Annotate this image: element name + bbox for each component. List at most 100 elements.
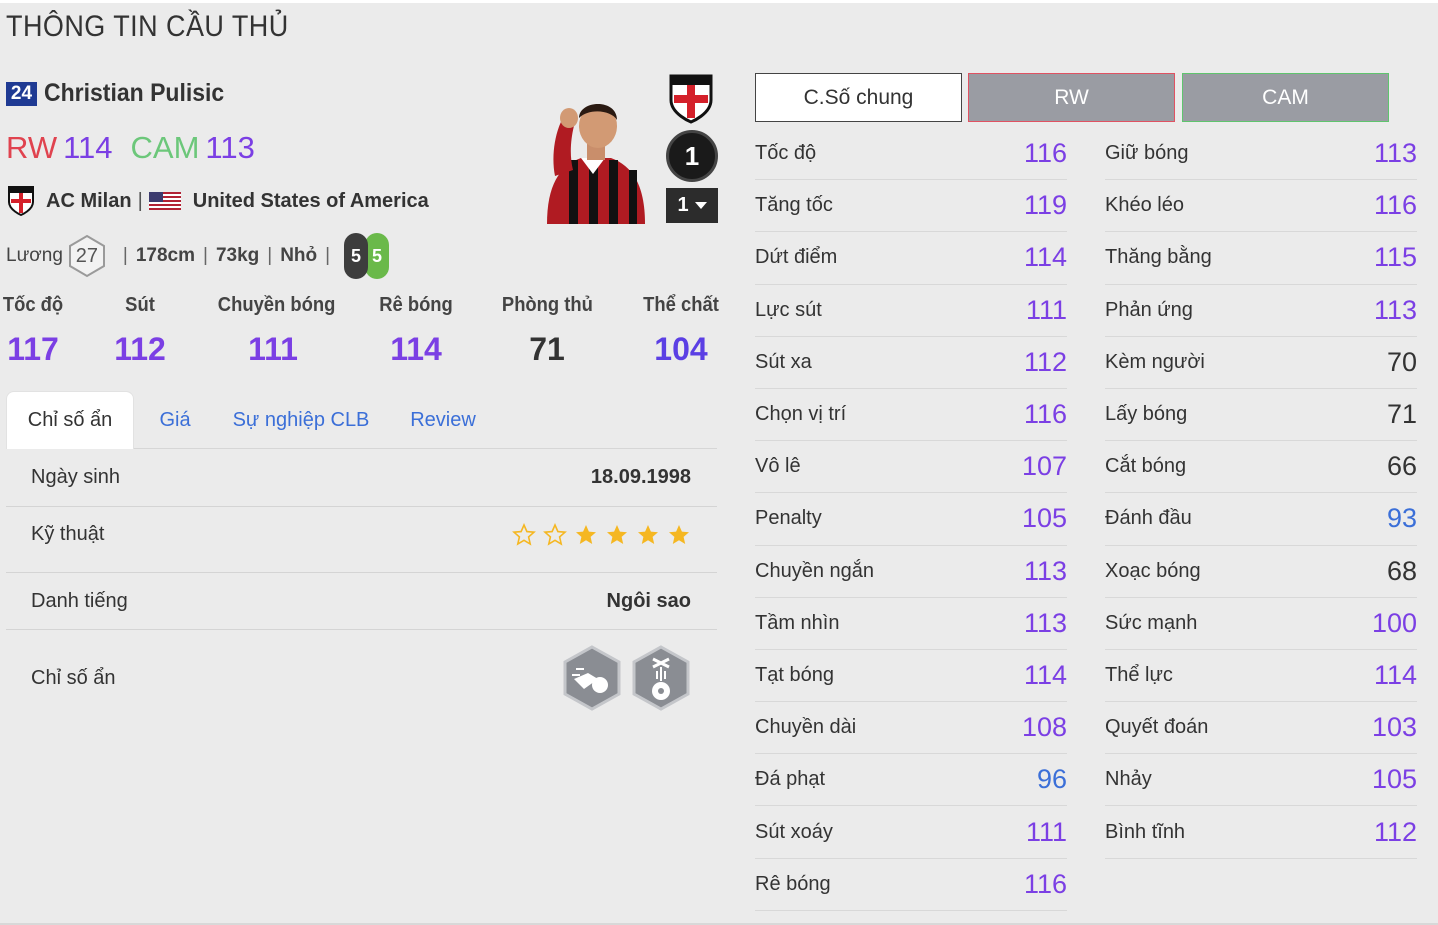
right-foot-rating: 5: [365, 233, 390, 279]
attribute-value: 112: [1023, 346, 1067, 377]
body-type-value: Nhỏ: [280, 245, 318, 266]
tab-review[interactable]: Review: [398, 391, 488, 449]
position-rw-value: 114: [63, 130, 113, 165]
attribute-row: Nhảy 105: [1105, 754, 1417, 807]
puppeteer-icon[interactable]: [631, 645, 691, 711]
attribute-name: Rê bóng: [755, 872, 831, 895]
attribute-row: Sút xoáy 111: [755, 806, 1067, 859]
attribute-name: Bình tĩnh: [1105, 820, 1186, 843]
attribute-row: Thăng bằng 115: [1105, 232, 1417, 285]
skill-stars: [505, 522, 691, 547]
attribute-row: Thể lực 114: [1105, 650, 1417, 703]
attribute-row: Đánh đầu 93: [1105, 493, 1417, 546]
main-stat-value: 114: [390, 331, 442, 367]
main-stat-label: Chuyền bóng: [217, 294, 336, 316]
attribute-value: 113: [1023, 555, 1067, 586]
attribute-name: Thể lực: [1105, 663, 1173, 686]
attribute-row: Sức mạnh 100: [1105, 598, 1417, 650]
upgrade-rank-badge: 1: [666, 130, 718, 182]
attribute-name: Đá phạt: [755, 768, 826, 791]
attribute-name: Sút xoáy: [755, 820, 833, 843]
player-meta-row: Lương 27 | 178cm | 73kg | Nhỏ | 5 5: [6, 233, 390, 279]
attribute-value: 116: [1373, 190, 1417, 221]
attribute-value: 112: [1373, 816, 1417, 847]
reputation-label: Danh tiếng: [31, 589, 128, 612]
general-stats-button[interactable]: C.Số chung: [755, 73, 962, 122]
club-crest-icon: [8, 186, 34, 216]
nation-name[interactable]: United States of America: [193, 190, 429, 213]
star-empty-icon: [543, 522, 567, 546]
attribute-row: Rê bóng 116: [755, 859, 1067, 911]
separator: |: [137, 189, 143, 212]
chevron-down-icon: [694, 202, 707, 209]
main-stat-label: Sút: [125, 294, 155, 316]
level-dropdown[interactable]: 1: [666, 188, 718, 223]
star-filled-icon: [576, 524, 596, 544]
main-stat-label: Tốc độ: [2, 294, 64, 316]
attribute-value: 113: [1373, 294, 1417, 325]
birthdate-value: 18.09.1998: [590, 466, 691, 488]
attribute-value: 68: [1386, 555, 1417, 586]
attribute-row: Khéo léo 116: [1105, 180, 1417, 233]
attribute-name: Chọn vị trí: [755, 403, 847, 426]
tab-price[interactable]: Giá: [146, 391, 204, 449]
left-foot-rating: 5: [344, 233, 369, 279]
attribute-name: Sức mạnh: [1105, 611, 1198, 634]
attribute-name: Chuyền dài: [755, 716, 857, 739]
attribute-value: 114: [1373, 659, 1417, 690]
attribute-name: Nhảy: [1105, 768, 1152, 791]
cam-stats-button[interactable]: CAM: [1182, 73, 1389, 122]
reputation-value: Ngôi sao: [606, 589, 691, 612]
star-filled-icon: [669, 524, 689, 544]
attribute-row: Tạt bóng 114: [755, 650, 1067, 703]
attribute-row: Vô lê 107: [755, 441, 1067, 494]
attribute-value: 111: [1025, 294, 1067, 325]
attribute-name: Cắt bóng: [1105, 455, 1187, 478]
main-stat-defending: Phòng thủ 71: [498, 294, 596, 368]
attributes-left-column: Tốc độ 116 Tăng tốc 119 Dứt điểm 114 Lực sút 11…: [755, 128, 1067, 911]
season-badge-text: 24: [8, 83, 35, 104]
player-photo: [547, 104, 645, 224]
attribute-name: Quyết đoán: [1105, 716, 1209, 739]
attribute-value: 100: [1371, 607, 1417, 638]
tab-hidden-stats[interactable]: Chỉ số ẩn: [6, 391, 134, 449]
attribute-value: 113: [1373, 138, 1417, 169]
club-nation-row: AC Milan | United States of America: [8, 186, 429, 216]
traits-row: Chỉ số ẩn: [6, 630, 717, 726]
star-empty-icon: [512, 522, 536, 546]
main-stat-label: Phòng thủ: [501, 294, 593, 316]
position-cam-value: 113: [205, 130, 255, 165]
reputation-row: Danh tiếng Ngôi sao: [6, 573, 717, 630]
speed-dribbler-icon[interactable]: [562, 645, 622, 711]
attribute-row: Lực sút 111: [755, 285, 1067, 337]
separator: |: [122, 245, 128, 266]
attribute-value: 107: [1021, 451, 1067, 482]
rw-stats-button[interactable]: RW: [968, 73, 1175, 122]
attribute-name: Chuyền ngắn: [755, 559, 874, 582]
detail-tabs: Chỉ số ẩn Giá Sự nghiệp CLB Review: [6, 391, 717, 449]
attribute-row: Tăng tốc 119: [755, 180, 1067, 233]
salary-value: 27: [75, 244, 99, 267]
attribute-row: Chuyền ngắn 113: [755, 546, 1067, 598]
skill-moves-label: Kỹ thuật: [31, 523, 105, 545]
attribute-name: Tăng tốc: [755, 194, 833, 217]
attribute-value: 93: [1386, 503, 1417, 534]
birthdate-label: Ngày sinh: [31, 466, 120, 488]
main-stat-shooting: Sút 112: [100, 294, 180, 368]
main-stat-value: 111: [248, 331, 298, 367]
traits-label: Chỉ số ẩn: [31, 666, 116, 689]
attribute-row: Bình tĩnh 112: [1105, 806, 1417, 859]
attribute-value: 115: [1373, 242, 1417, 273]
attribute-value: 108: [1021, 712, 1067, 743]
tab-club-career[interactable]: Sự nghiệp CLB: [228, 391, 374, 449]
attribute-name: Dứt điểm: [755, 246, 838, 269]
attribute-value: 103: [1371, 712, 1417, 743]
main-stat-value: 117: [7, 331, 59, 367]
attribute-row: Lấy bóng 71: [1105, 389, 1417, 442]
attribute-value: 71: [1386, 399, 1417, 430]
main-stat-value: 112: [114, 331, 166, 367]
milano-fc-crest-icon: [669, 74, 713, 124]
club-name[interactable]: AC Milan: [46, 190, 132, 213]
usa-flag-icon: [148, 192, 181, 210]
skill-moves-row: Kỹ thuật: [6, 507, 717, 573]
